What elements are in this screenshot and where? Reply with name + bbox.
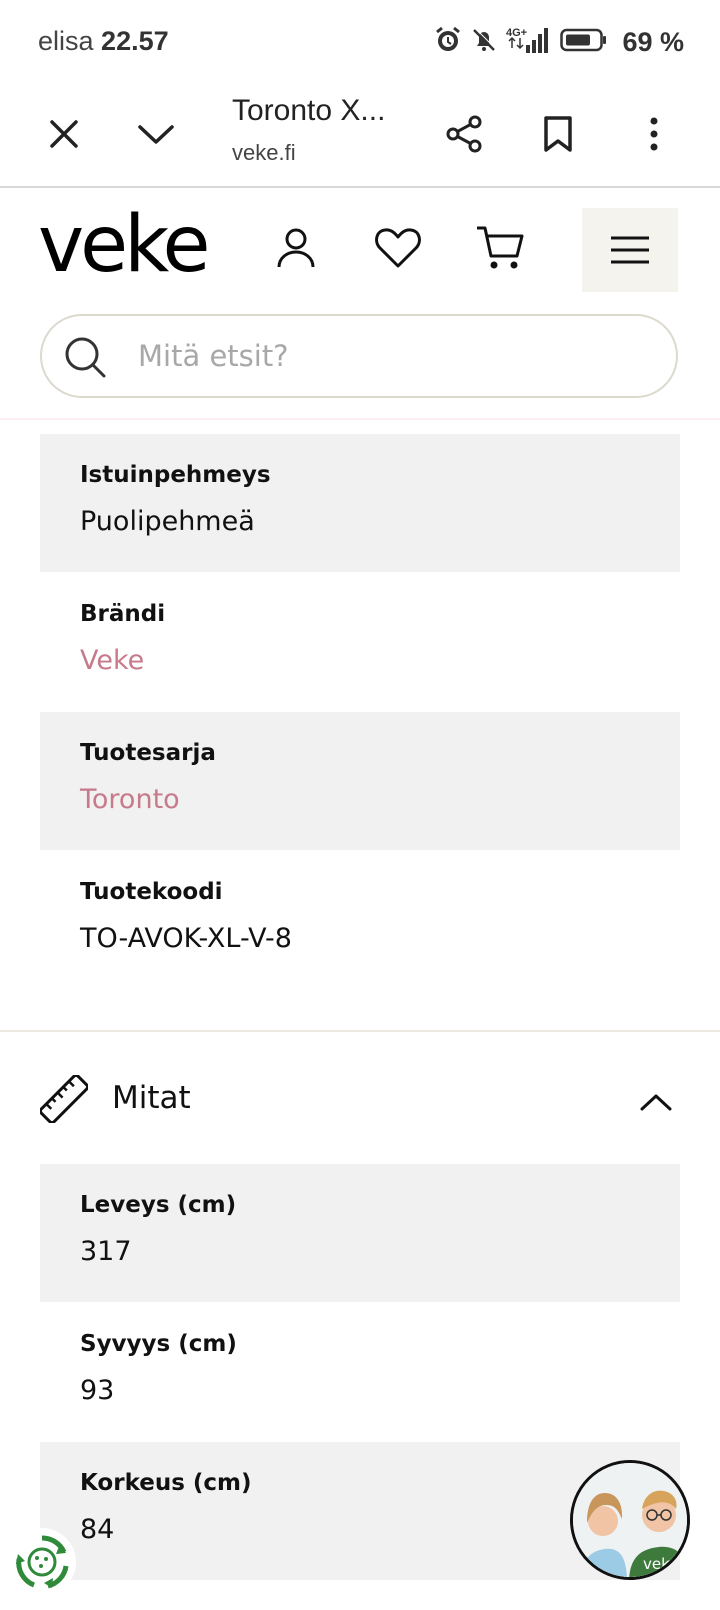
- signal-icon: 4G+: [506, 25, 552, 59]
- section-title: Mitat: [112, 1080, 191, 1116]
- alarm-icon: [434, 26, 462, 58]
- page-title: Toronto X...: [232, 94, 386, 127]
- brand-link[interactable]: Veke: [80, 645, 144, 676]
- more-vert-icon: [650, 117, 658, 151]
- detail-row: Istuinpehmeys Puolipehmeä: [40, 434, 680, 572]
- cart-button[interactable]: [470, 218, 530, 278]
- dimension-value: 317: [80, 1236, 132, 1267]
- battery-percent: 69 %: [622, 26, 684, 57]
- sustainability-badge[interactable]: [8, 1528, 76, 1596]
- detail-label: Tuotesarja: [80, 740, 216, 766]
- section-divider: [0, 1030, 720, 1032]
- status-right: 4G+ 69 %: [434, 24, 684, 60]
- user-icon: [277, 228, 315, 268]
- share-button[interactable]: [436, 106, 492, 162]
- search-bar[interactable]: [40, 314, 678, 398]
- detail-label: Tuotekoodi: [80, 879, 223, 905]
- cart-icon: [477, 226, 524, 269]
- detail-value: Puolipehmeä: [80, 506, 255, 537]
- wishlist-button[interactable]: [368, 218, 428, 278]
- dimensions-accordion-header[interactable]: Mitat: [0, 1060, 720, 1140]
- close-icon: [50, 120, 78, 148]
- dimension-label: Korkeus (cm): [80, 1470, 252, 1496]
- hamburger-icon: [611, 236, 649, 264]
- series-link[interactable]: Toronto: [80, 784, 180, 815]
- search-icon: [65, 337, 106, 378]
- clock: 22.57: [101, 26, 169, 56]
- more-options-button[interactable]: [626, 106, 682, 162]
- battery-icon: [560, 27, 608, 57]
- dimension-value: 93: [80, 1375, 115, 1406]
- dimension-row: Leveys (cm) 317: [40, 1164, 680, 1302]
- account-button[interactable]: [266, 218, 326, 278]
- dimension-label: Syvyys (cm): [80, 1331, 237, 1357]
- menu-button[interactable]: [582, 208, 678, 292]
- bookmark-icon: [544, 116, 572, 152]
- share-icon: [446, 115, 482, 153]
- site-header: veke: [0, 188, 720, 420]
- detail-label: Istuinpehmeys: [80, 462, 271, 488]
- dimension-label: Leveys (cm): [80, 1192, 237, 1218]
- chat-avatar-button[interactable]: veke: [570, 1460, 690, 1580]
- detail-row: Tuotekoodi TO-AVOK-XL-V-8: [40, 851, 680, 989]
- close-tab-button[interactable]: [36, 106, 92, 162]
- ruler-icon: [40, 1075, 88, 1123]
- page-url: veke.fi: [232, 140, 296, 165]
- veke-logo[interactable]: veke: [38, 206, 211, 284]
- search-input[interactable]: [138, 330, 638, 382]
- heart-icon: [375, 228, 421, 268]
- detail-label: Brändi: [80, 601, 166, 627]
- chevron-down-icon: [138, 125, 174, 144]
- status-left: elisa 22.57: [38, 26, 169, 57]
- browser-toolbar: Toronto X... veke.fi: [0, 84, 720, 188]
- minimize-button[interactable]: [128, 106, 184, 162]
- bookmark-button[interactable]: [530, 106, 586, 162]
- detail-row: Tuotesarja Toronto: [40, 712, 680, 850]
- status-bar: elisa 22.57 4G+ 69 %: [0, 0, 720, 84]
- dimension-row: Syvyys (cm) 93: [40, 1303, 680, 1441]
- recycle-icon: [16, 1535, 69, 1589]
- network-type: 4G+: [506, 27, 527, 39]
- chevron-up-icon: [640, 1094, 672, 1111]
- detail-row: Brändi Veke: [40, 573, 680, 711]
- carrier-name: elisa: [38, 26, 94, 56]
- product-code: TO-AVOK-XL-V-8: [80, 923, 292, 954]
- dimension-value: 84: [80, 1514, 115, 1545]
- muted-bell-icon: [470, 26, 498, 58]
